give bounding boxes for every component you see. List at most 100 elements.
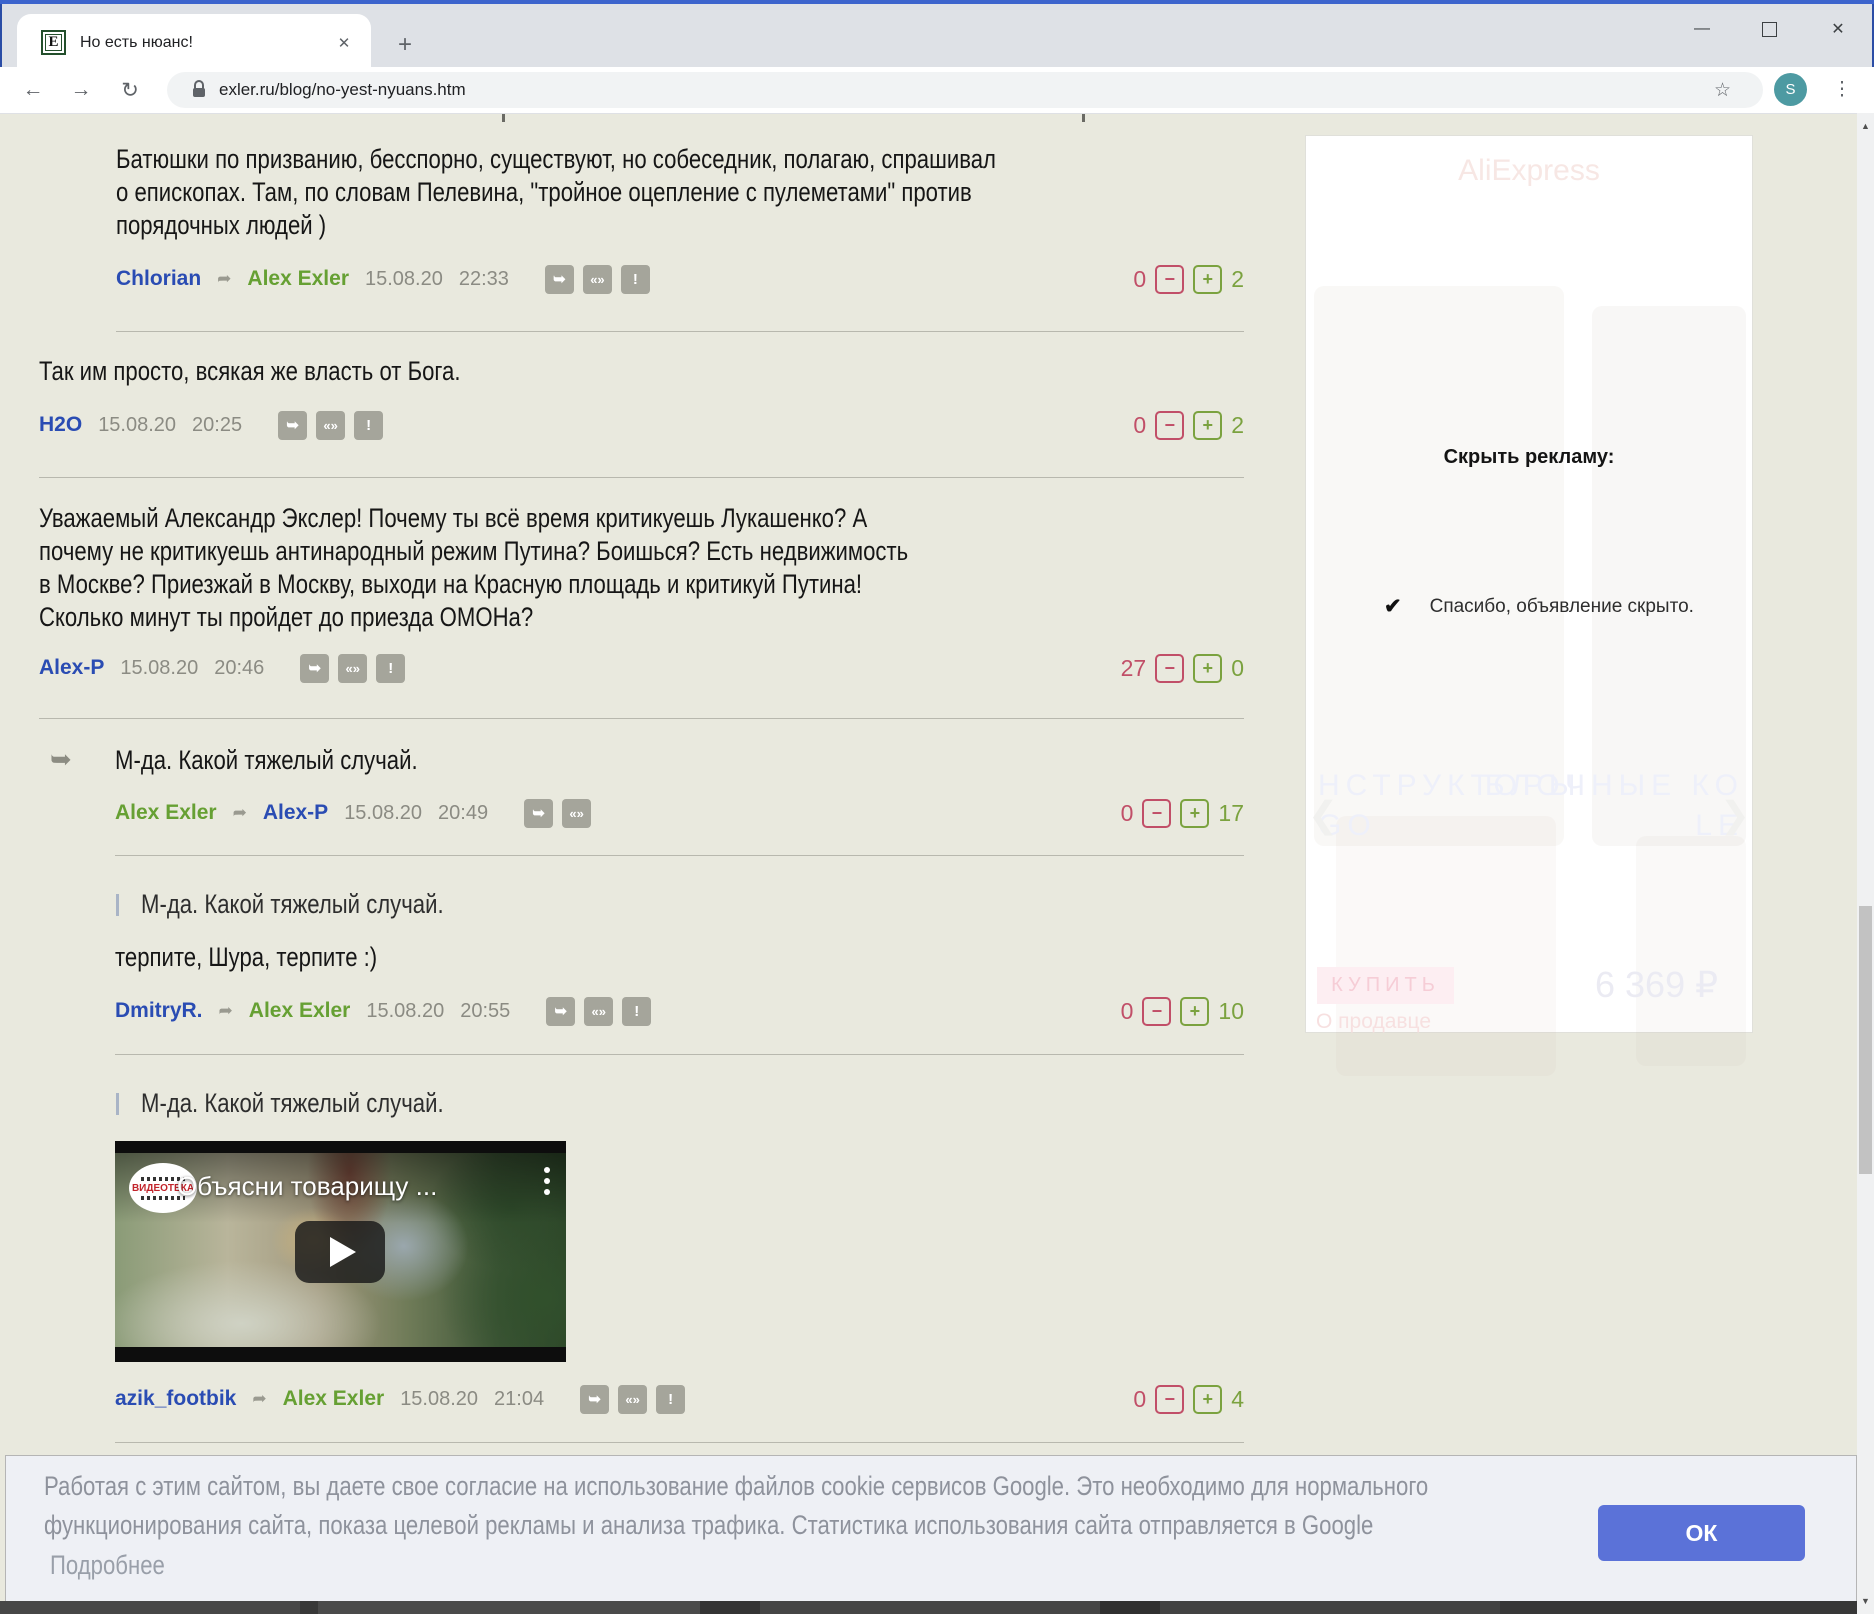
reply-icon[interactable]: ➥ (524, 798, 554, 828)
upvote-button[interactable]: + (1180, 798, 1210, 828)
author-link[interactable]: DmitryR. (115, 999, 203, 1023)
upvote-count: 0 (1231, 654, 1244, 681)
upvote-button[interactable]: + (1193, 410, 1223, 440)
author-link[interactable]: Alex Exler (115, 801, 217, 825)
quote-icon[interactable]: «» (562, 798, 592, 828)
author-link[interactable]: H2O (39, 413, 82, 437)
comment-divider (115, 855, 1244, 856)
comment-date: 15.08.20 (120, 656, 199, 679)
downvote-button[interactable]: − (1155, 264, 1185, 294)
reply-to-author-link[interactable]: Alex Exler (249, 999, 351, 1023)
comment-date: 15.08.20 (98, 413, 177, 436)
browser-tab[interactable]: E Но есть нюанс! ✕ (17, 14, 371, 71)
ghost-ad-image (1636, 836, 1746, 1066)
reply-to-author-link[interactable]: Alex Exler (283, 1387, 385, 1411)
upvote-count: 17 (1218, 799, 1244, 826)
maximize-button[interactable] (1754, 16, 1784, 42)
quoted-text: М-да. Какой тяжелый случай. (141, 889, 444, 919)
ghost-ad-brand: AliExpress (1458, 154, 1600, 187)
downvote-button[interactable]: − (1142, 798, 1172, 828)
quote-icon[interactable]: «» (338, 653, 368, 683)
complain-icon[interactable]: ! (376, 653, 406, 683)
ad-hidden-text: Спасибо, объявление скрыто. (1429, 595, 1694, 617)
back-button[interactable]: ← (18, 75, 48, 105)
address-bar[interactable]: exler.ru/blog/no-yest-nyuans.htm ☆ (167, 72, 1763, 108)
comment-time: 22:33 (458, 267, 509, 290)
profile-avatar[interactable]: S (1774, 73, 1807, 106)
new-tab-button[interactable]: + (390, 30, 420, 60)
quote-icon[interactable]: «» (618, 1384, 648, 1414)
upvote-button[interactable]: + (1180, 996, 1210, 1026)
upvote-button[interactable]: + (1193, 653, 1223, 683)
complain-icon[interactable]: ! (354, 410, 384, 440)
comment-time: 20:25 (192, 413, 243, 436)
scrollbar-thumb[interactable] (1859, 906, 1872, 1174)
scroll-down-arrow[interactable]: ▼ (1857, 1593, 1874, 1609)
tab-title: Но есть нюанс! (80, 33, 193, 51)
browser-toolbar: ← → ↻ exler.ru/blog/no-yest-nyuans.htm ☆… (0, 67, 1874, 114)
cookie-text-line2: функционирования сайта, показа целевой р… (44, 1510, 1374, 1540)
upvote-count: 2 (1231, 265, 1244, 292)
comment-date: 15.08.20 (366, 999, 445, 1022)
comment-divider (116, 331, 1244, 332)
author-link[interactable]: Chlorian (116, 267, 201, 291)
ad-hidden-confirmation: ✔ Спасибо, объявление скрыто. (1384, 594, 1694, 619)
downvote-count: 0 (1133, 265, 1147, 292)
url-text[interactable]: exler.ru/blog/no-yest-nyuans.htm (219, 80, 466, 100)
upvote-button[interactable]: + (1193, 1384, 1223, 1414)
comment-meta-row: azik_footbik ➦ Alex Exler 15.08.20 21:04… (115, 1384, 1244, 1414)
complain-icon[interactable]: ! (622, 996, 652, 1026)
comment-time: 20:49 (438, 801, 489, 824)
author-link[interactable]: azik_footbik (115, 1387, 236, 1411)
quote-icon[interactable]: «» (582, 264, 612, 294)
cookie-ok-button[interactable]: ОК (1598, 1505, 1805, 1561)
play-button[interactable] (295, 1221, 385, 1283)
reply-to-author-link[interactable]: Alex Exler (247, 267, 349, 291)
reply-to-arrow-icon: ➦ (218, 1001, 233, 1020)
upvote-count: 4 (1231, 1385, 1244, 1412)
close-button[interactable]: ✕ (1823, 16, 1853, 42)
ghost-ad-image (1336, 816, 1556, 1076)
reload-button[interactable]: ↻ (115, 75, 145, 105)
reply-icon[interactable]: ➥ (544, 264, 574, 294)
ghost-ad-image (1592, 306, 1746, 846)
reply-icon[interactable]: ➥ (278, 410, 308, 440)
comment-time: 20:55 (460, 999, 511, 1022)
quote-icon[interactable]: «» (316, 410, 346, 440)
reply-icon[interactable]: ➥ (546, 996, 576, 1026)
forward-button[interactable]: → (66, 75, 96, 105)
tab-close-icon[interactable]: ✕ (333, 32, 355, 54)
quote-icon[interactable]: «» (584, 996, 614, 1026)
reply-icon[interactable]: ➥ (580, 1384, 610, 1414)
author-link[interactable]: Alex-P (39, 656, 104, 680)
reply-icon[interactable]: ➥ (300, 653, 330, 683)
downvote-button[interactable]: − (1142, 996, 1172, 1026)
downvote-button[interactable]: − (1155, 410, 1185, 440)
downvote-button[interactable]: − (1155, 1384, 1185, 1414)
comment-date: 15.08.20 (365, 267, 443, 290)
cookie-more-link[interactable]: Подробнее (50, 1549, 165, 1582)
video-title[interactable]: Объясни товарищу ... (177, 1171, 437, 1202)
bookmark-star-icon[interactable]: ☆ (1714, 79, 1731, 102)
complain-icon[interactable]: ! (656, 1384, 686, 1414)
comment-meta-row: Alex Exler ➦ Alex-P 15.08.20 20:49 ➥ «» … (115, 798, 1244, 828)
embedded-video-player[interactable]: ВИДЕОТЕКА Объясни товарищу ... (115, 1141, 566, 1362)
video-menu-icon[interactable] (544, 1167, 550, 1195)
comment-divider (39, 477, 1244, 478)
reply-to-author-link[interactable]: Alex-P (263, 801, 328, 825)
scroll-up-arrow[interactable]: ▲ (1857, 118, 1874, 134)
complain-icon[interactable]: ! (620, 264, 650, 294)
minimize-button[interactable]: — (1687, 16, 1717, 42)
comment-meta-row: Alex-P 15.08.20 20:46 ➥ «» ! 27 − + 0 (39, 653, 1244, 683)
downvote-button[interactable]: − (1155, 653, 1185, 683)
scrollbar[interactable]: ▲ ▼ (1857, 113, 1874, 1614)
downvote-count: 27 (1120, 654, 1147, 681)
comment-divider (115, 1054, 1244, 1055)
comment-text: Уважаемый Александр Экслер! Почему ты вс… (39, 503, 909, 632)
comment-meta-row: H2O 15.08.20 20:25 ➥ «» ! 0 − + 2 (39, 410, 1244, 440)
page-bottom-content-strip (0, 1601, 1857, 1614)
reply-to-arrow-icon: ➦ (252, 1389, 267, 1408)
upvote-button[interactable]: + (1193, 264, 1223, 294)
upvote-count: 2 (1231, 411, 1244, 438)
browser-menu-icon[interactable]: ⋮ (1830, 74, 1854, 104)
